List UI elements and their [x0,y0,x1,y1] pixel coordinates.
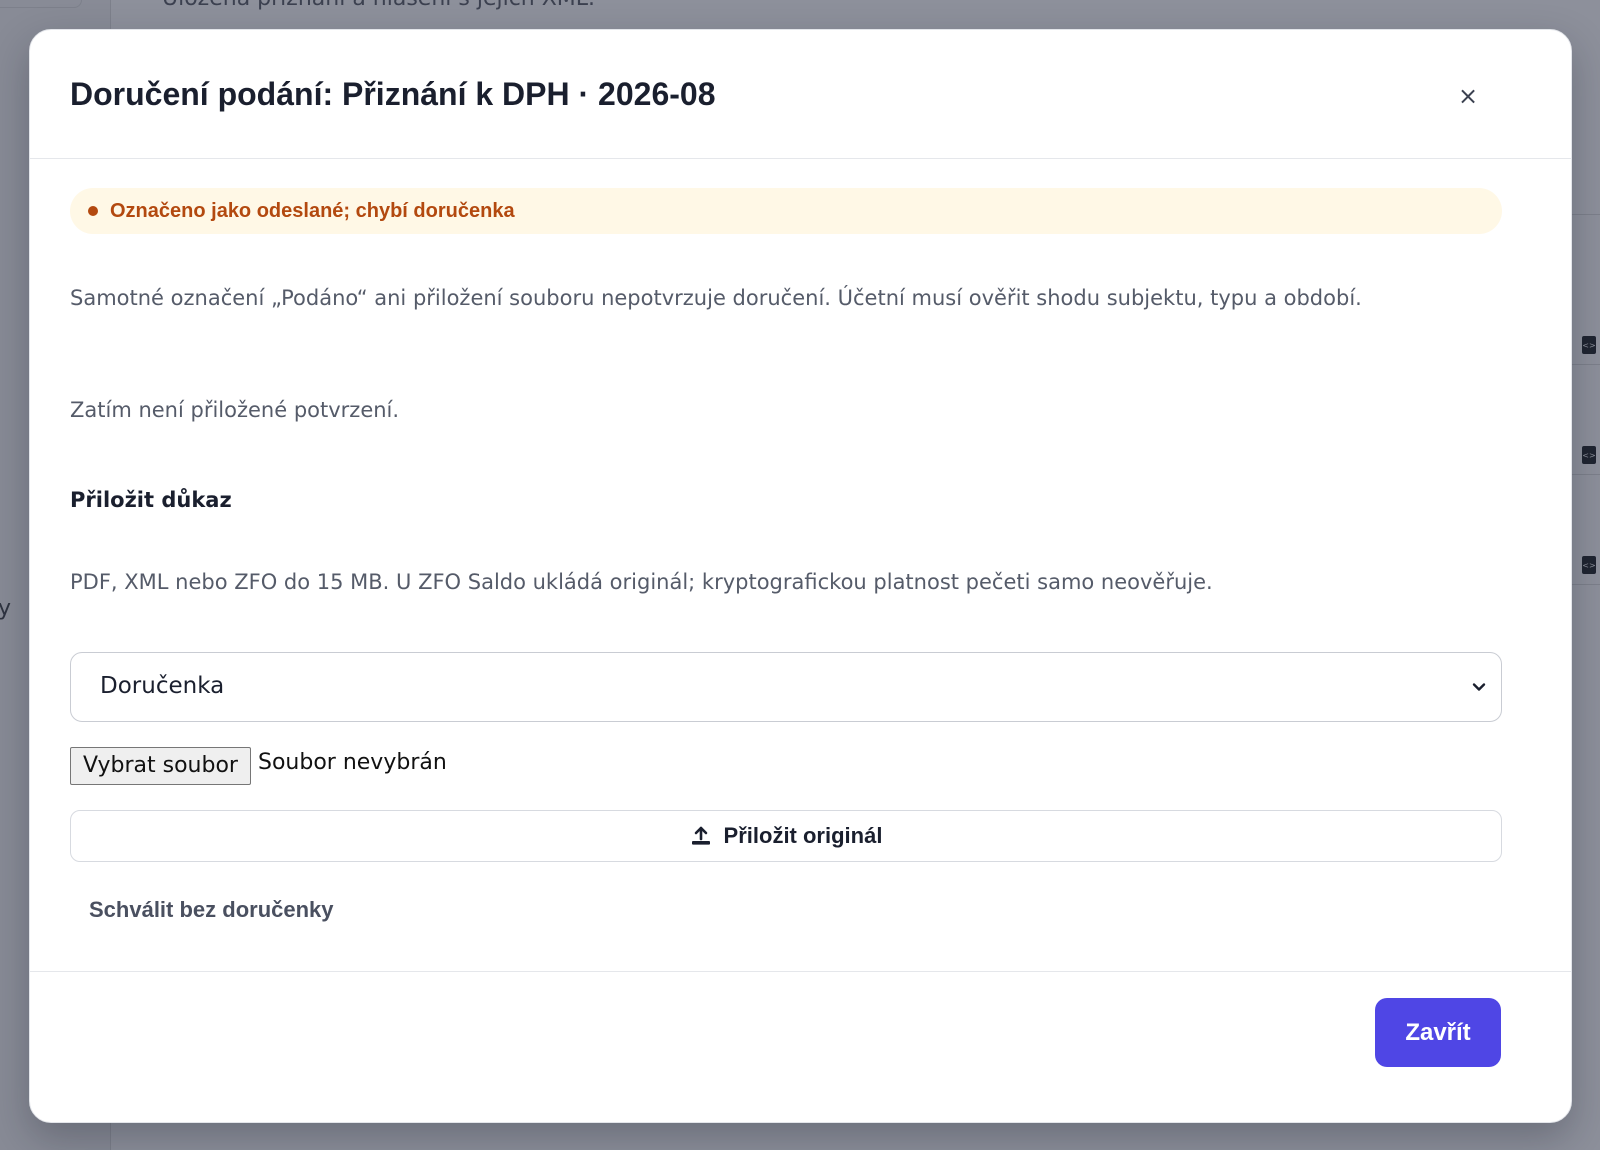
background-sidebar-item [0,0,82,8]
close-button[interactable]: Zavřít [1375,998,1501,1067]
attach-hint: PDF, XML nebo ZFO do 15 MB. U ZFO Saldo … [70,570,1213,594]
file-code-icon: <> [1582,336,1596,354]
empty-state-text: Zatím není přiložené potvrzení. [70,398,400,422]
document-type-select[interactable]: Doručenka [70,652,1502,722]
dialog-header: Doručení podání: Přiznání k DPH · 2026-0… [30,30,1571,159]
background-text-fragment: y [0,596,12,621]
file-status: Soubor nevybrán [258,750,447,775]
dialog-footer: Zavřít [30,971,1571,1122]
attach-section-heading: Přiložit důkaz [70,488,232,512]
delivery-notice: Samotné označení „Podáno“ ani přiložení … [70,286,1362,310]
status-dot-icon [88,206,98,216]
background-heading: Uložená přiznání a hlášení s jejich XML. [162,0,595,11]
approve-without-receipt-button[interactable]: Schválit bez doručenky [89,897,334,923]
status-text: Označeno jako odeslané; chybí doručenka [110,199,515,222]
file-code-icon: <> [1582,446,1596,464]
choose-file-button[interactable]: Vybrat soubor [70,747,251,785]
page: Uložená přiznání a hlášení s jejich XML.… [0,0,1600,1150]
attach-original-label: Přiložit originál [723,823,883,848]
document-type-value: Doručenka [100,673,225,699]
attach-original-button[interactable]: Přiložit originál [70,810,1502,862]
close-icon[interactable]: × [1448,76,1488,116]
status-badge: Označeno jako odeslané; chybí doručenka [70,188,1502,234]
file-code-icon: <> [1582,556,1596,574]
dialog-title: Doručení podání: Přiznání k DPH · 2026-0… [70,76,716,112]
delivery-dialog: Doručení podání: Přiznání k DPH · 2026-0… [29,29,1572,1123]
upload-icon [691,826,710,845]
chevron-down-icon [1472,683,1486,691]
